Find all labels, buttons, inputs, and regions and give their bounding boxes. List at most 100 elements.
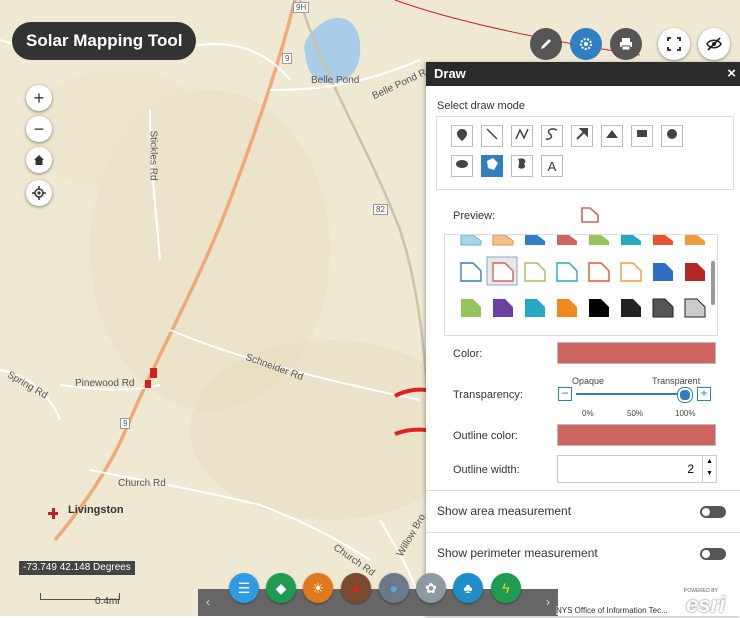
mode-circle[interactable] [661,125,683,147]
polyline-icon [515,128,529,140]
coordinate-readout: -73.749 42.148 Degrees [19,561,135,575]
dock-layers-button[interactable]: ◆ [266,573,296,603]
list-icon: ☰ [237,580,251,596]
dock-land-button[interactable]: ♣ [453,573,483,603]
mode-rectangle[interactable] [631,125,653,147]
outline-width-input[interactable]: 2 [557,455,703,483]
home-icon [34,155,44,165]
dock-water-button[interactable]: ● [379,573,409,603]
draw-panel-header: Draw × [426,62,740,86]
tick-0: 0% [582,409,594,418]
show-perimeter-label: Show perimeter measurement [437,546,598,560]
locate-button[interactable] [26,180,52,206]
settings-button[interactable] [570,28,602,60]
opaque-label: Opaque [572,376,605,386]
route-shield-9h: 9H [293,2,310,13]
map-label-livingston: Livingston [68,504,124,516]
route-shield-9: 9 [282,53,293,64]
transparency-slider-track[interactable] [576,393,688,395]
print-button[interactable] [610,28,642,60]
mode-ellipse[interactable] [451,155,473,177]
farm-icon: ✿ [425,580,437,596]
fullscreen-button[interactable] [658,28,690,60]
transparent-label: Transparent [652,376,701,386]
sun-icon: ☀ [311,580,325,596]
close-icon[interactable]: × [727,62,736,86]
draw-panel: Draw × Select draw mode A Preview: Color… [426,62,740,616]
draw-tool-button[interactable] [530,28,562,60]
show-area-label: Show area measurement [437,504,572,518]
show-perimeter-toggle[interactable] [700,548,726,560]
dock-legend-button[interactable]: ☰ [229,573,259,603]
mode-polyline[interactable] [511,125,533,147]
divider [426,532,740,533]
layers-icon: ◆ [275,580,287,596]
zoom-in-button[interactable]: + [26,85,52,111]
water-drop-icon: ● [389,580,399,596]
map-label-stickles-rd: Stickles Rd [147,130,159,181]
mode-point[interactable] [451,125,473,147]
arrow-icon [576,128,588,140]
locate-icon [32,186,46,200]
tree-icon: ♣ [463,580,473,596]
app-title: Solar Mapping Tool [12,22,197,60]
color-label: Color: [453,348,483,360]
mode-triangle[interactable] [601,125,623,147]
fill-color-picker[interactable] [557,342,716,364]
preview-label: Preview: [453,210,496,222]
outline-color-picker[interactable] [557,424,716,446]
dock-apple-button[interactable]: ● [341,573,371,603]
hide-button[interactable] [698,28,730,60]
transparency-slider-handle[interactable] [677,388,692,402]
esri-logo: esri [686,592,726,617]
ellipse-icon [456,160,468,168]
freehand-polygon-icon [518,158,526,169]
route-shield-9b: 9 [120,418,131,429]
map-label-church-rd: Church Rd [118,478,166,489]
select-mode-label: Select draw mode [437,100,526,112]
point-icon [457,129,467,141]
fullscreen-icon [667,37,681,51]
tick-50: 50% [627,409,644,418]
zoom-out-button[interactable]: − [26,116,52,142]
mode-freehand-polygon[interactable] [511,155,533,177]
freehand-polyline-icon [545,128,558,140]
dock-energy-button[interactable]: ϟ [491,573,521,603]
outline-width-stepper[interactable]: ▲ ▼ [703,455,717,483]
panel-title: Draw [434,66,466,81]
outline-width-value: 2 [687,462,694,476]
route-shield-82: 82 [373,204,388,215]
tick-100: 100% [675,409,696,418]
mode-polygon[interactable] [481,155,503,177]
pencil-icon [541,39,551,49]
outline-width-label: Outline width: [453,464,520,476]
map-label-pinewood-rd: Pinewood Rd [75,378,135,389]
apple-icon: ● [351,580,361,596]
rectangle-icon [637,130,647,137]
show-area-toggle[interactable] [700,506,726,518]
map-label-belle-pond: Belle Pond [311,75,360,86]
symbol-gallery[interactable] [444,234,718,336]
polygon-icon [487,158,498,170]
dock-prev-arrow-icon[interactable]: ‹ [206,595,210,609]
mode-arrow[interactable] [571,125,593,147]
dock-agriculture-button[interactable]: ✿ [416,573,446,603]
transparency-label: Transparency: [453,389,523,401]
transparency-increase-button[interactable]: + [697,387,711,401]
gear-icon [580,38,592,50]
mode-text[interactable]: A [541,155,563,177]
print-icon [620,38,632,51]
transparency-decrease-button[interactable]: − [558,387,572,401]
mode-freehand-polyline[interactable] [541,125,563,147]
draw-mode-palette: A [436,116,734,190]
outline-color-label: Outline color: [453,430,518,442]
home-button[interactable] [26,147,52,173]
lightning-icon: ϟ [502,580,510,596]
mode-line[interactable] [481,125,503,147]
hide-icon [706,37,722,51]
dock-solar-button[interactable]: ☀ [303,573,333,603]
scale-label: 0.4mi [95,596,120,607]
dock-next-arrow-icon[interactable]: › [546,595,550,609]
symbol-swatches [460,235,715,318]
attribution-text: NYS Office of Information Tec... [556,606,668,615]
